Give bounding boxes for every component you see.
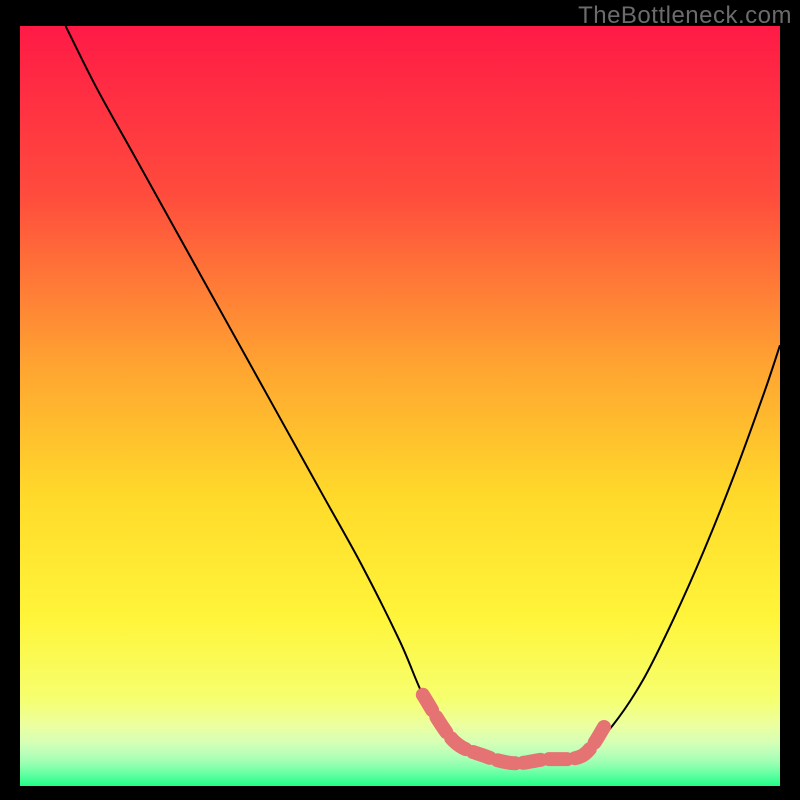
chart-frame: TheBottleneck.com bbox=[0, 0, 800, 800]
bottleneck-curve bbox=[66, 26, 780, 764]
chart-svg bbox=[20, 26, 780, 786]
plot-area bbox=[20, 26, 780, 786]
watermark-text: TheBottleneck.com bbox=[578, 2, 792, 30]
optimal-range-marker bbox=[423, 695, 605, 763]
